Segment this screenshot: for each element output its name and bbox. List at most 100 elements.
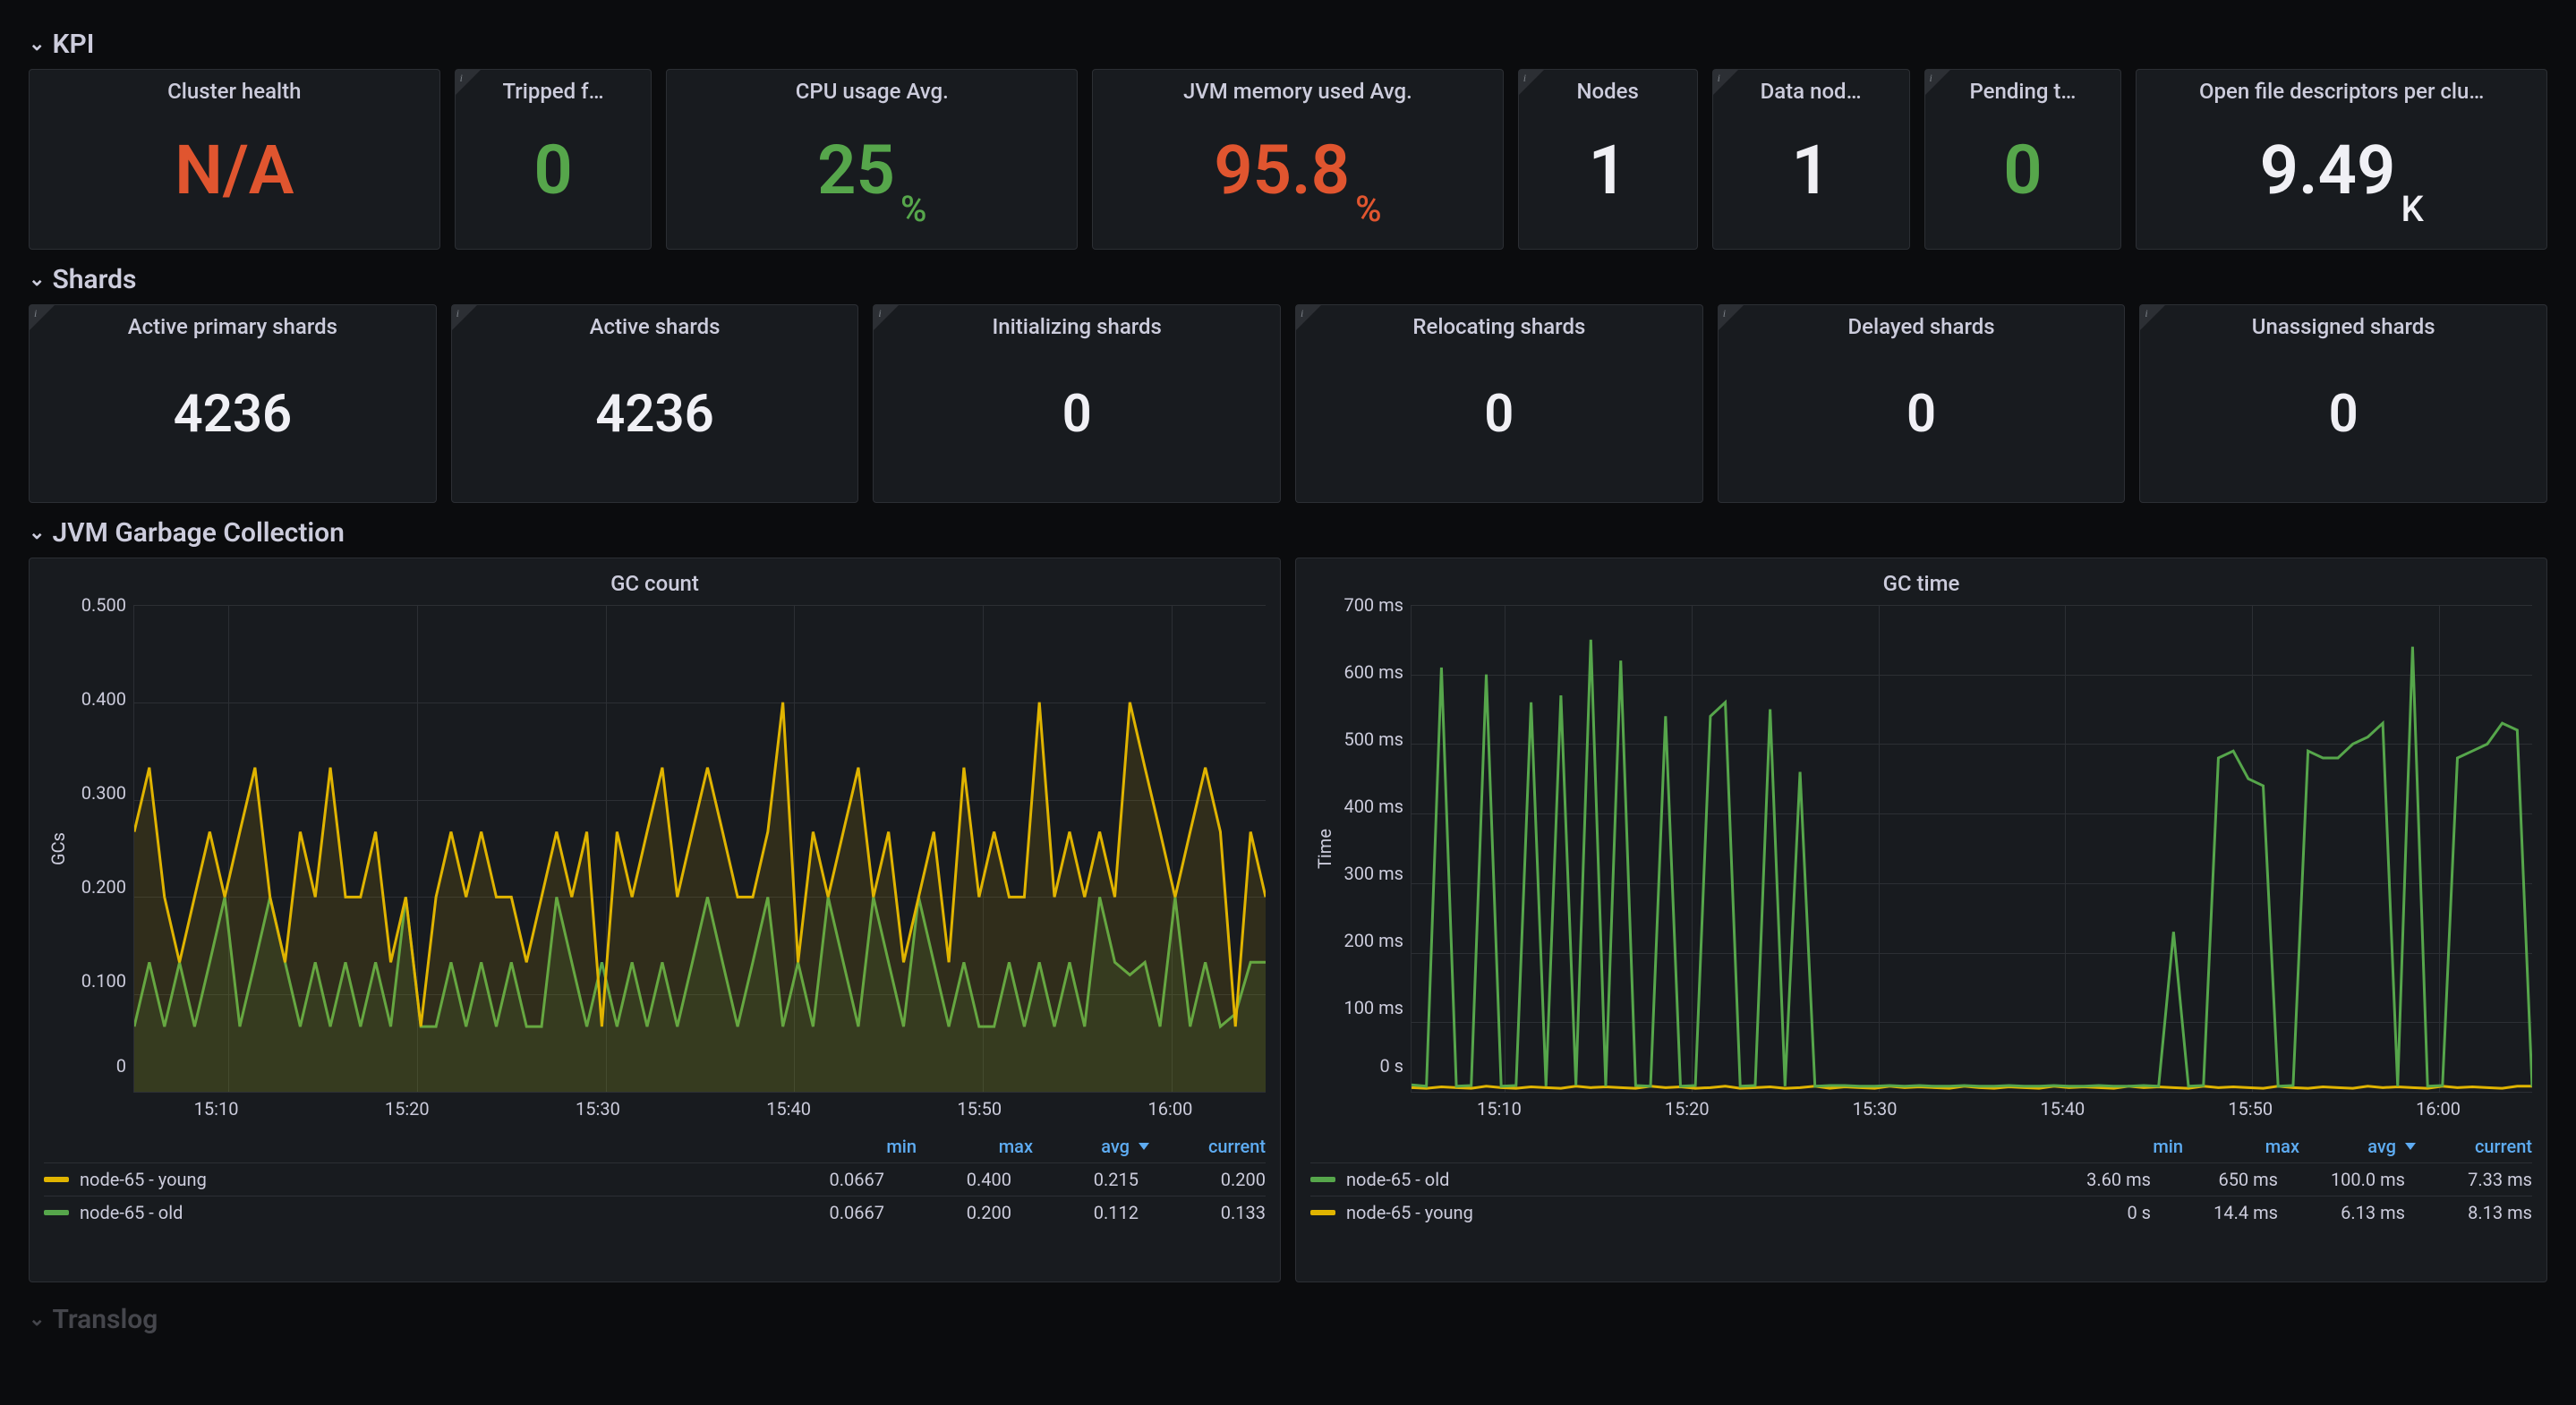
kpi-panel-nodes[interactable]: Nodes1 bbox=[1518, 69, 1698, 250]
x-tick: 15:20 bbox=[1593, 1098, 1781, 1120]
legend-series-name: node-65 - young bbox=[80, 1169, 757, 1190]
legend-row[interactable]: node-65 - old0.06670.2000.1120.133 bbox=[44, 1196, 1266, 1229]
shard-panel-unassigned[interactable]: Unassigned shards0 bbox=[2139, 304, 2547, 503]
chart-title: GC time bbox=[1310, 566, 2532, 605]
y-tick: 300 ms bbox=[1339, 864, 1403, 882]
legend-value-avg: 6.13 ms bbox=[2289, 1202, 2405, 1223]
kpi-row: Cluster healthN/ATripped f…0CPU usage Av… bbox=[29, 69, 2547, 250]
legend-header-avg[interactable]: avg bbox=[1033, 1136, 1149, 1157]
kpi-panel-cpu[interactable]: CPU usage Avg.25% bbox=[666, 69, 1078, 250]
y-tick: 100 ms bbox=[1339, 999, 1403, 1017]
y-tick: 0.200 bbox=[73, 878, 126, 896]
section-header-shards[interactable]: ⌄ Shards bbox=[29, 264, 2547, 295]
kpi-panel-jvm-mem[interactable]: JVM memory used Avg.95.8% bbox=[1092, 69, 1504, 250]
shard-panel-active-primary[interactable]: Active primary shards4236 bbox=[29, 304, 437, 503]
shard-panel-delayed[interactable]: Delayed shards0 bbox=[1718, 304, 2126, 503]
legend-header-max[interactable]: max bbox=[917, 1136, 1033, 1157]
y-tick: 0 s bbox=[1339, 1057, 1403, 1075]
info-corner-icon[interactable] bbox=[1719, 305, 1744, 330]
legend-value-avg: 100.0 ms bbox=[2289, 1169, 2405, 1190]
kpi-panel-open-fd[interactable]: Open file descriptors per clu…9.49K bbox=[2136, 69, 2547, 250]
panel-title: Unassigned shards bbox=[2140, 305, 2546, 339]
legend-header-current[interactable]: current bbox=[1149, 1136, 1266, 1157]
stat-value: 95.8% bbox=[1093, 104, 1503, 249]
chart-panel-gc-count[interactable]: GC countGCs0.5000.4000.3000.2000.100015:… bbox=[29, 558, 1281, 1282]
legend-row[interactable]: node-65 - old3.60 ms650 ms100.0 ms7.33 m… bbox=[1310, 1162, 2532, 1196]
x-tick: 15:40 bbox=[1968, 1098, 2156, 1120]
info-corner-icon[interactable] bbox=[1925, 70, 1950, 95]
section-title: KPI bbox=[52, 29, 94, 60]
section-header-kpi[interactable]: ⌄ KPI bbox=[29, 29, 2547, 60]
legend-header-min[interactable]: min bbox=[800, 1136, 917, 1157]
y-tick: 600 ms bbox=[1339, 663, 1403, 681]
info-corner-icon[interactable] bbox=[1713, 70, 1738, 95]
chevron-down-icon: ⌄ bbox=[29, 1310, 45, 1330]
info-corner-icon[interactable] bbox=[874, 305, 899, 330]
panel-title: Cluster health bbox=[30, 70, 439, 104]
y-tick: 200 ms bbox=[1339, 932, 1403, 949]
section-title: Shards bbox=[52, 264, 136, 295]
legend-value-min: 3.60 ms bbox=[2034, 1169, 2151, 1190]
legend-swatch bbox=[1310, 1210, 1335, 1215]
y-axis-label: GCs bbox=[44, 605, 73, 1093]
info-corner-icon[interactable] bbox=[2140, 305, 2165, 330]
section-header-translog[interactable]: ⌄ Translog bbox=[29, 1304, 2547, 1335]
x-tick: 15:50 bbox=[2156, 1098, 2344, 1120]
panel-title: Delayed shards bbox=[1719, 305, 2125, 339]
legend-header-current[interactable]: current bbox=[2416, 1136, 2532, 1157]
legend-value-current: 7.33 ms bbox=[2416, 1169, 2532, 1190]
y-tick: 400 ms bbox=[1339, 797, 1403, 815]
x-tick: 15:50 bbox=[884, 1098, 1075, 1120]
chart-panel-gc-time[interactable]: GC timeTime700 ms600 ms500 ms400 ms300 m… bbox=[1295, 558, 2547, 1282]
legend-header-max[interactable]: max bbox=[2183, 1136, 2299, 1157]
y-tick: 0.400 bbox=[73, 690, 126, 708]
legend-series-name: node-65 - old bbox=[80, 1202, 757, 1223]
legend-value-min: 0 s bbox=[2034, 1202, 2151, 1223]
chart-legend: minmaxavgcurrent node-65 - young0.06670.4… bbox=[44, 1136, 1266, 1229]
chevron-down-icon: ⌄ bbox=[29, 35, 45, 55]
panel-title: CPU usage Avg. bbox=[667, 70, 1077, 104]
shards-row: Active primary shards4236Active shards42… bbox=[29, 304, 2547, 503]
stat-value: 0 bbox=[1719, 339, 2125, 502]
legend-swatch bbox=[1310, 1177, 1335, 1182]
section-title: JVM Garbage Collection bbox=[52, 517, 344, 549]
info-corner-icon[interactable] bbox=[452, 305, 477, 330]
plot-area[interactable] bbox=[133, 605, 1266, 1093]
x-tick: 15:10 bbox=[1405, 1098, 1593, 1120]
panel-title: JVM memory used Avg. bbox=[1093, 70, 1503, 104]
info-corner-icon[interactable] bbox=[456, 70, 481, 95]
legend-header-min[interactable]: min bbox=[2067, 1136, 2183, 1157]
shard-panel-active[interactable]: Active shards4236 bbox=[451, 304, 859, 503]
kpi-panel-data-nodes[interactable]: Data nod…1 bbox=[1712, 69, 1910, 250]
legend-row[interactable]: node-65 - young0 s14.4 ms6.13 ms8.13 ms bbox=[1310, 1196, 2532, 1229]
panel-title: Data nod… bbox=[1713, 70, 1909, 104]
x-tick: 15:30 bbox=[502, 1098, 693, 1120]
section-title: Translog bbox=[52, 1304, 158, 1335]
stat-value: 1 bbox=[1713, 104, 1909, 249]
legend-row[interactable]: node-65 - young0.06670.4000.2150.200 bbox=[44, 1162, 1266, 1196]
shard-panel-relocating[interactable]: Relocating shards0 bbox=[1295, 304, 1703, 503]
x-tick: 15:20 bbox=[311, 1098, 502, 1120]
stat-value: 0 bbox=[874, 339, 1280, 502]
kpi-panel-cluster-health[interactable]: Cluster healthN/A bbox=[29, 69, 440, 250]
legend-value-current: 8.13 ms bbox=[2416, 1202, 2532, 1223]
kpi-panel-tripped[interactable]: Tripped f…0 bbox=[455, 69, 653, 250]
plot-area[interactable] bbox=[1411, 605, 2532, 1093]
info-corner-icon[interactable] bbox=[1519, 70, 1544, 95]
y-tick: 0 bbox=[73, 1057, 126, 1075]
legend-header-avg[interactable]: avg bbox=[2299, 1136, 2416, 1157]
stat-value: 0 bbox=[456, 104, 652, 249]
shard-panel-initializing[interactable]: Initializing shards0 bbox=[873, 304, 1281, 503]
kpi-panel-pending[interactable]: Pending t…0 bbox=[1924, 69, 2122, 250]
info-corner-icon[interactable] bbox=[30, 305, 55, 330]
stat-value: 1 bbox=[1519, 104, 1697, 249]
legend-value-current: 0.133 bbox=[1149, 1202, 1266, 1223]
x-tick: 15:30 bbox=[1781, 1098, 1969, 1120]
stat-value: 0 bbox=[1296, 339, 1702, 502]
section-header-jvm-gc[interactable]: ⌄ JVM Garbage Collection bbox=[29, 517, 2547, 549]
stat-unit: % bbox=[1355, 192, 1381, 236]
info-corner-icon[interactable] bbox=[1296, 305, 1321, 330]
y-tick: 0.500 bbox=[73, 596, 126, 614]
y-tick: 0.100 bbox=[73, 972, 126, 990]
panel-title: Relocating shards bbox=[1296, 305, 1702, 339]
